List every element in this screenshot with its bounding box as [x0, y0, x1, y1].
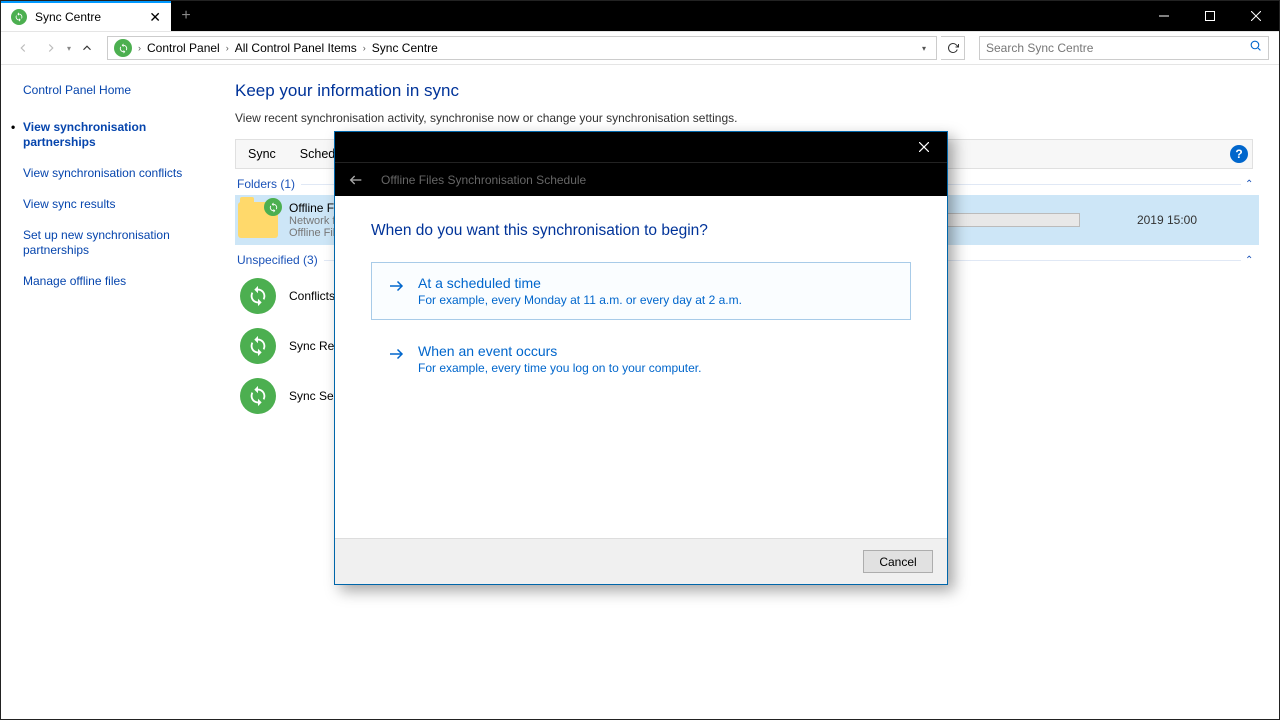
option-title: When an event occurs: [418, 343, 701, 359]
window-controls: [1141, 1, 1279, 31]
sync-icon: [237, 325, 279, 367]
search-box[interactable]: [979, 36, 1269, 60]
dialog-footer: Cancel: [335, 538, 947, 584]
collapse-icon[interactable]: ⌃: [1245, 255, 1259, 266]
sidebar-item-setup[interactable]: Set up new synchronisation partnerships: [23, 228, 191, 258]
arrow-right-icon: [386, 275, 406, 307]
breadcrumb-item[interactable]: Control Panel: [147, 41, 220, 55]
address-dropdown-icon[interactable]: ▾: [918, 44, 930, 53]
schedule-dialog: Offline Files Synchronisation Schedule W…: [334, 131, 948, 585]
section-label: Folders (1): [237, 177, 295, 191]
option-subtitle: For example, every Monday at 11 a.m. or …: [418, 293, 742, 307]
dialog-heading: When do you want this synchronisation to…: [371, 222, 911, 240]
cancel-button[interactable]: Cancel: [863, 550, 933, 573]
address-bar[interactable]: › Control Panel › All Control Panel Item…: [107, 36, 937, 60]
dialog-header: Offline Files Synchronisation Schedule: [335, 162, 947, 196]
section-label: Unspecified (3): [237, 253, 318, 267]
page-heading: Keep your information in sync: [235, 81, 1259, 101]
toolbar-sync-button[interactable]: Sync: [242, 143, 282, 165]
sidebar-item-conflicts[interactable]: View synchronisation conflicts: [23, 166, 191, 181]
address-bar-row: ▾ › Control Panel › All Control Panel It…: [1, 31, 1279, 65]
option-title: At a scheduled time: [418, 275, 742, 291]
breadcrumb-item[interactable]: Sync Centre: [372, 41, 438, 55]
minimize-button[interactable]: [1141, 1, 1187, 31]
sidebar-item-results[interactable]: View sync results: [23, 197, 191, 212]
tab-title: Sync Centre: [35, 10, 141, 24]
breadcrumb-item[interactable]: All Control Panel Items: [235, 41, 357, 55]
dialog-header-title: Offline Files Synchronisation Schedule: [381, 173, 586, 187]
folder-icon: [237, 199, 279, 241]
item-date: 2019 15:00: [1137, 213, 1257, 227]
sidebar-item-offline[interactable]: Manage offline files: [23, 274, 191, 289]
sync-icon: [237, 375, 279, 417]
dialog-back-button[interactable]: [345, 169, 367, 191]
option-on-event[interactable]: When an event occurs For example, every …: [371, 330, 911, 388]
option-scheduled-time[interactable]: At a scheduled time For example, every M…: [371, 262, 911, 320]
sidebar-item-partnerships[interactable]: View synchronisation partnerships: [23, 120, 191, 150]
close-button[interactable]: [1233, 1, 1279, 31]
maximize-button[interactable]: [1187, 1, 1233, 31]
sync-icon: [237, 275, 279, 317]
item-title: Conflicts: [289, 289, 335, 303]
dialog-titlebar: [335, 132, 947, 162]
collapse-icon[interactable]: ⌃: [1245, 179, 1259, 190]
nav-forward-button[interactable]: [39, 36, 63, 60]
recent-locations-icon[interactable]: ▾: [67, 44, 71, 53]
sidebar-item-home[interactable]: Control Panel Home: [23, 83, 191, 98]
arrow-right-icon: [386, 343, 406, 375]
window-titlebar: Sync Centre ✕ +: [1, 1, 1279, 31]
search-input[interactable]: [986, 41, 1249, 55]
refresh-button[interactable]: [941, 36, 965, 60]
option-subtitle: For example, every time you log on to yo…: [418, 361, 701, 375]
nav-back-button[interactable]: [11, 36, 35, 60]
control-panel-icon: [114, 39, 132, 57]
page-subtitle: View recent synchronisation activity, sy…: [235, 111, 1259, 125]
search-icon[interactable]: [1249, 39, 1262, 57]
nav-up-button[interactable]: [75, 36, 99, 60]
chevron-right-icon[interactable]: ›: [363, 43, 366, 53]
sidebar: Control Panel Home View synchronisation …: [1, 65, 201, 719]
sync-icon: [11, 9, 27, 25]
tab-close-icon[interactable]: ✕: [149, 9, 161, 26]
chevron-right-icon[interactable]: ›: [138, 43, 141, 53]
dialog-body: When do you want this synchronisation to…: [335, 196, 947, 538]
chevron-right-icon[interactable]: ›: [226, 43, 229, 53]
help-icon[interactable]: ?: [1230, 145, 1248, 163]
window-tab[interactable]: Sync Centre ✕: [1, 1, 171, 31]
new-tab-button[interactable]: +: [171, 1, 201, 31]
dialog-close-button[interactable]: [901, 132, 947, 162]
